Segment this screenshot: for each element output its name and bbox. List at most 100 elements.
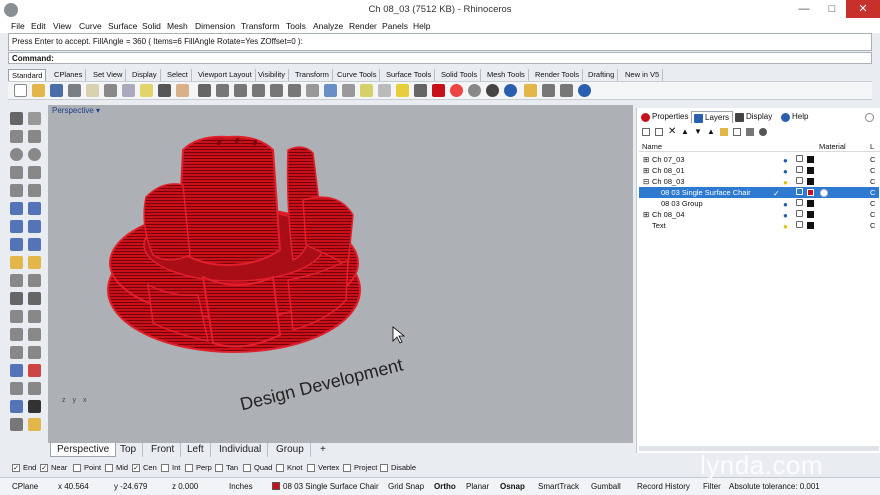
osnap-quad[interactable]: Quad bbox=[243, 463, 272, 473]
menu-analyze[interactable]: Analyze bbox=[313, 21, 343, 31]
paste-icon[interactable] bbox=[140, 84, 153, 97]
osnap-mid[interactable]: Mid bbox=[105, 463, 128, 473]
join-icon[interactable] bbox=[28, 292, 41, 305]
osnap-int[interactable]: Int bbox=[161, 463, 180, 473]
osnap-vertex[interactable]: Vertex bbox=[307, 463, 339, 473]
layer-color-swatch[interactable] bbox=[807, 156, 814, 163]
maximize-button[interactable]: □ bbox=[818, 0, 846, 18]
layer-expander-icon[interactable]: ⊞ bbox=[643, 165, 649, 176]
checkbox-icon[interactable]: ✓ bbox=[12, 464, 20, 472]
layer-name[interactable]: Ch 08_03 bbox=[652, 176, 685, 187]
color-wheel-icon[interactable] bbox=[450, 84, 463, 97]
tab-cplanes[interactable]: CPlanes bbox=[51, 69, 87, 81]
command-line[interactable]: Command: bbox=[8, 52, 872, 64]
tab-perspective[interactable]: Perspective bbox=[50, 443, 117, 457]
zoom-extents-icon[interactable] bbox=[252, 84, 265, 97]
mirror-icon[interactable] bbox=[28, 346, 41, 359]
menu-help[interactable]: Help bbox=[413, 21, 430, 31]
layer-tools-icon[interactable] bbox=[746, 128, 754, 136]
rectangle-icon[interactable] bbox=[28, 166, 41, 179]
arc-icon[interactable] bbox=[10, 166, 23, 179]
smarttrack-toggle[interactable]: SmartTrack bbox=[538, 482, 579, 491]
explode-icon[interactable] bbox=[28, 256, 41, 269]
zoom-icon[interactable] bbox=[216, 84, 229, 97]
help-icon[interactable] bbox=[578, 84, 591, 97]
layer-row-selected[interactable]: 08 03 Single Surface Chair ✓ C bbox=[639, 187, 879, 198]
lock-icon[interactable] bbox=[796, 188, 803, 195]
surface-corner-icon[interactable] bbox=[10, 202, 23, 215]
ortho-toggle[interactable]: Ortho bbox=[434, 482, 456, 491]
layer-row[interactable]: ⊞ Ch 07_03 ● C bbox=[639, 154, 879, 165]
checkbox-icon[interactable]: ✓ bbox=[40, 464, 48, 472]
curve-icon[interactable] bbox=[28, 130, 41, 143]
fillet-icon[interactable] bbox=[10, 274, 23, 287]
checkbox-icon[interactable] bbox=[161, 464, 169, 472]
properties-tool-icon[interactable] bbox=[28, 382, 41, 395]
tab-group[interactable]: Group bbox=[270, 443, 311, 457]
layer-color-swatch[interactable] bbox=[807, 189, 814, 196]
checkbox-icon[interactable] bbox=[73, 464, 81, 472]
panel-options-icon[interactable] bbox=[865, 113, 874, 122]
menu-file[interactable]: File bbox=[11, 21, 25, 31]
menu-transform[interactable]: Transform bbox=[241, 21, 279, 31]
layout-icon[interactable] bbox=[10, 400, 23, 413]
group-icon[interactable] bbox=[10, 364, 23, 377]
gumball-toggle[interactable]: Gumball bbox=[591, 482, 621, 491]
move-icon[interactable] bbox=[10, 310, 23, 323]
move-layer-down-icon[interactable]: ▼ bbox=[694, 127, 702, 136]
checkbox-icon[interactable]: ✓ bbox=[132, 464, 140, 472]
tab-display[interactable]: Display bbox=[129, 69, 161, 81]
four-view-icon[interactable] bbox=[306, 84, 319, 97]
layer-name[interactable]: 08 03 Single Surface Chair bbox=[661, 187, 751, 198]
checkbox-icon[interactable] bbox=[380, 464, 388, 472]
menu-curve[interactable]: Curve bbox=[79, 21, 102, 31]
split-icon[interactable] bbox=[10, 292, 23, 305]
pan-hand-icon[interactable] bbox=[176, 84, 189, 97]
menu-render[interactable]: Render bbox=[349, 21, 377, 31]
light-bulb-icon[interactable] bbox=[396, 84, 409, 97]
layer-row[interactable]: Text ● C bbox=[639, 220, 879, 231]
checkbox-icon[interactable] bbox=[343, 464, 351, 472]
dimension-icon[interactable] bbox=[28, 364, 41, 377]
layer-name[interactable]: Text bbox=[652, 220, 666, 231]
layer-color-swatch[interactable] bbox=[272, 482, 280, 490]
select-arrow-icon[interactable] bbox=[10, 112, 23, 125]
import-icon[interactable] bbox=[86, 84, 99, 97]
minimize-button[interactable]: — bbox=[790, 0, 818, 18]
tab-help-panel[interactable]: Help bbox=[779, 111, 811, 123]
tab-top[interactable]: Top bbox=[114, 443, 144, 457]
free-form-icon[interactable] bbox=[28, 184, 41, 197]
cplane-icon[interactable] bbox=[324, 84, 337, 97]
select-icon[interactable] bbox=[342, 84, 355, 97]
rotate-view-icon[interactable] bbox=[198, 84, 211, 97]
rotate-icon[interactable] bbox=[10, 328, 23, 341]
print-icon[interactable] bbox=[68, 84, 81, 97]
osnap-cen[interactable]: ✓ Cen bbox=[132, 463, 157, 473]
layer-help-icon[interactable] bbox=[759, 128, 767, 136]
tab-mesh-tools[interactable]: Mesh Tools bbox=[484, 69, 529, 81]
check-icon[interactable] bbox=[28, 400, 41, 413]
layer-color-swatch[interactable] bbox=[807, 167, 814, 174]
tab-individual[interactable]: Individual bbox=[213, 443, 269, 457]
shaded-sphere-icon[interactable] bbox=[468, 84, 481, 97]
extrude-icon[interactable] bbox=[28, 202, 41, 215]
cplane-label[interactable]: CPlane bbox=[12, 482, 38, 491]
new-file-icon[interactable] bbox=[14, 84, 27, 97]
circle-icon[interactable] bbox=[10, 148, 23, 161]
open-file-icon[interactable] bbox=[32, 84, 45, 97]
mesh-icon[interactable] bbox=[10, 238, 23, 251]
menu-tools[interactable]: Tools bbox=[286, 21, 306, 31]
lock-icon[interactable] bbox=[796, 155, 803, 162]
copy-icon[interactable] bbox=[122, 84, 135, 97]
tab-solid-tools[interactable]: Solid Tools bbox=[438, 69, 482, 81]
filter-toggle[interactable]: Filter bbox=[703, 482, 721, 491]
lock-icon[interactable] bbox=[796, 177, 803, 184]
tab-drafting[interactable]: Drafting bbox=[585, 69, 619, 81]
lock-icon[interactable] bbox=[796, 199, 803, 206]
tab-standard[interactable]: Standard bbox=[8, 69, 47, 81]
ellipse-icon[interactable] bbox=[28, 148, 41, 161]
move-layer-up-icon[interactable]: ▲ bbox=[681, 127, 689, 136]
tab-select[interactable]: Select bbox=[164, 69, 192, 81]
layer-name[interactable]: Ch 08_04 bbox=[652, 209, 685, 220]
layer-row[interactable]: ⊟ Ch 08_03 ● C bbox=[639, 176, 879, 187]
